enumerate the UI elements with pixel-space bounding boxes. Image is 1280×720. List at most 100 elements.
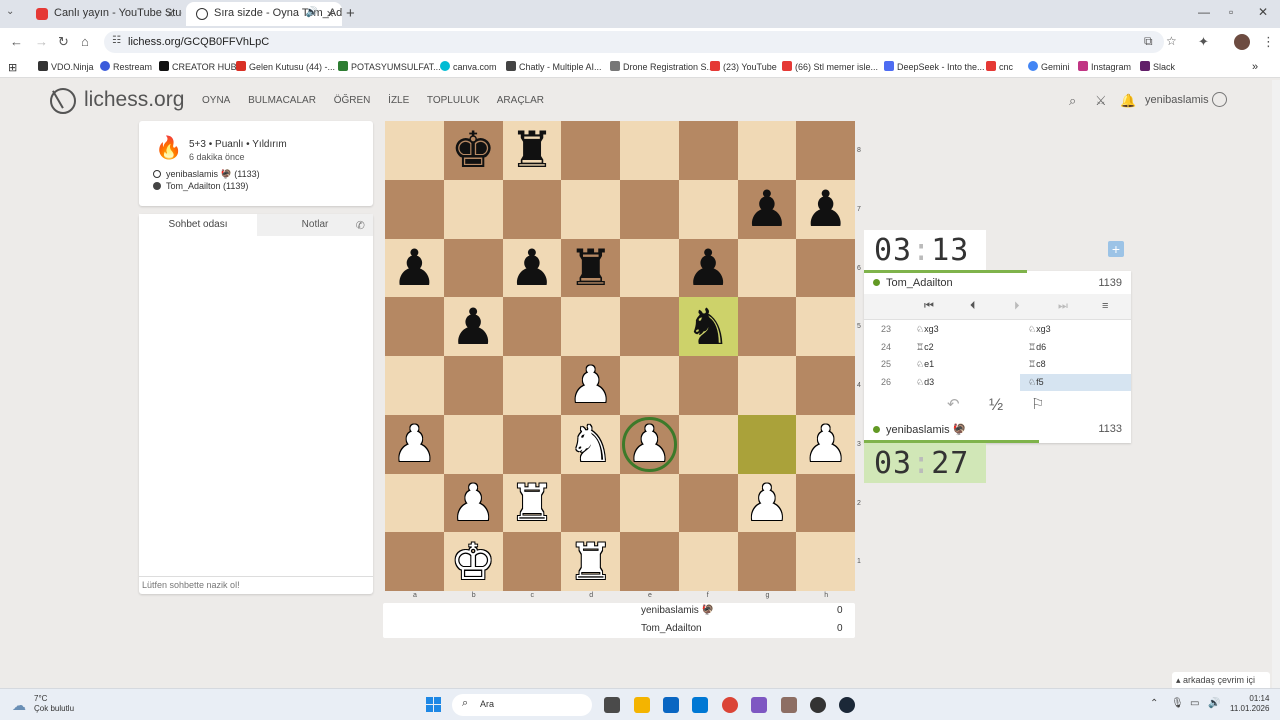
bookmark-item[interactable]: (23) YouTube <box>710 61 777 72</box>
square-a7[interactable] <box>385 179 444 239</box>
minimize-icon[interactable]: — <box>1198 5 1210 19</box>
lichess-logo-icon[interactable] <box>50 88 76 114</box>
square-a1[interactable] <box>385 532 444 591</box>
square-e2[interactable] <box>620 473 679 533</box>
square-e7[interactable] <box>620 179 679 239</box>
square-h2[interactable] <box>796 473 855 533</box>
square-g6[interactable] <box>737 238 797 298</box>
forward-icon[interactable]: → <box>35 34 48 49</box>
square-a6[interactable]: ♟ <box>385 238 444 298</box>
square-h8[interactable] <box>796 121 855 180</box>
tab-chat[interactable]: Sohbet odası <box>139 214 257 236</box>
browser-tab-youtube-studio[interactable]: Canlı yayın - YouTube Studio × <box>26 2 182 26</box>
square-f8[interactable] <box>678 121 738 180</box>
bookmark-item[interactable]: POTASYUMSULFAT... <box>338 61 441 72</box>
bookmark-item[interactable]: (66) Stl memer isle... <box>782 61 878 72</box>
square-e4[interactable] <box>620 356 679 415</box>
square-c3[interactable] <box>502 414 562 474</box>
square-d4[interactable]: ♟ <box>561 356 620 415</box>
nav-community[interactable]: TOPLULUK <box>427 95 480 106</box>
game-player-white[interactable]: yenibaslamis 🦃 (1133) <box>153 169 260 180</box>
black-move[interactable]: ♘xg3 <box>1020 321 1131 338</box>
prev-move-icon[interactable]: ⏴ <box>970 300 976 313</box>
network-icon[interactable]: ▭ <box>1190 698 1199 709</box>
bell-icon[interactable]: 🔔 <box>1120 93 1136 109</box>
nav-learn[interactable]: ÖĞREN <box>334 95 371 106</box>
new-tab-icon[interactable]: + <box>346 5 355 22</box>
next-move-icon[interactable]: ⏵ <box>1014 300 1020 313</box>
nav-puzzles[interactable]: BULMACALAR <box>248 95 316 106</box>
square-c6[interactable]: ♟ <box>502 238 562 298</box>
square-a2[interactable] <box>385 473 444 533</box>
chess-board[interactable]: ♚ ♜ ♟ ♟ ♟ ♟ ♜ ♟ ♟ ♞ ♟ ♟ ♞ ♟ ♟ ♟ ♜ ♟ ♚ ♜ <box>385 121 855 591</box>
browser-tab-lichess[interactable]: Sıra sizde - Oyna Tom_Adail 🔊 × <box>186 2 342 26</box>
chat-input[interactable]: Lütfen sohbette nazik ol! <box>139 576 373 594</box>
square-b1[interactable]: ♚ <box>443 532 503 591</box>
bookmark-item[interactable]: canva.com <box>440 61 497 72</box>
square-g4[interactable] <box>737 356 797 415</box>
square-d3[interactable]: ♞ <box>561 414 620 474</box>
volume-icon[interactable]: 🔊 <box>1208 698 1220 709</box>
user-icon[interactable] <box>1212 92 1227 107</box>
bookmark-item[interactable]: cnc <box>986 61 1013 72</box>
black-pawn-icon[interactable]: ♟ <box>451 302 496 352</box>
black-knight-icon[interactable]: ♞ <box>686 302 731 352</box>
chrome-menu-icon[interactable]: ⋮ <box>1262 34 1275 50</box>
nav-play[interactable]: OYNA <box>202 95 230 106</box>
white-king-icon[interactable]: ♚ <box>451 537 496 587</box>
square-d5[interactable] <box>561 297 620 356</box>
square-d2[interactable] <box>561 473 620 533</box>
profile-avatar[interactable] <box>1234 34 1250 50</box>
square-b2[interactable]: ♟ <box>443 473 503 533</box>
page-scrollbar[interactable] <box>1272 80 1280 688</box>
square-g3[interactable] <box>737 414 797 474</box>
white-knight-icon[interactable]: ♞ <box>568 419 613 469</box>
white-move[interactable]: ♘xg3 <box>916 324 939 335</box>
square-g1[interactable] <box>737 532 797 591</box>
square-d6[interactable]: ♜ <box>561 238 620 298</box>
bookmark-item[interactable]: Instagram <box>1078 61 1131 72</box>
square-e1[interactable] <box>620 532 679 591</box>
black-move[interactable]: ♘f5 <box>1020 373 1131 391</box>
address-bar[interactable]: ☷ lichess.org/GCQB0FFVhLpC ⧉ ☆ <box>104 31 1177 53</box>
square-c7[interactable] <box>502 179 562 239</box>
cloud-icon[interactable]: ☁ <box>12 697 26 714</box>
square-g7[interactable]: ♟ <box>737 179 797 239</box>
square-b7[interactable] <box>443 179 503 239</box>
apps-icon[interactable]: ⊞ <box>8 61 17 74</box>
outlook-icon[interactable] <box>692 697 708 713</box>
square-h6[interactable] <box>796 238 855 298</box>
audio-playing-icon[interactable]: 🔊 <box>306 7 318 18</box>
game-player-black[interactable]: Tom_Adailton (1139) <box>153 181 248 191</box>
square-b5[interactable]: ♟ <box>443 297 503 356</box>
opponent-name[interactable]: Tom_Adailton <box>873 277 953 289</box>
steam-icon[interactable] <box>839 697 855 713</box>
black-move[interactable]: ♖c8 <box>1020 356 1131 373</box>
reload-icon[interactable]: ↻ <box>58 34 69 50</box>
phone-icon[interactable]: ✆ <box>356 219 365 232</box>
close-tab-icon[interactable]: × <box>166 6 174 21</box>
white-pawn-icon[interactable]: ♟ <box>803 419 848 469</box>
black-move[interactable]: ♖d6 <box>1020 339 1131 356</box>
square-c1[interactable] <box>502 532 562 591</box>
square-e3[interactable]: ♟ <box>620 414 679 474</box>
bookmark-item[interactable]: DeepSeek - Into the... <box>884 61 985 72</box>
square-b4[interactable] <box>443 356 503 415</box>
bookmark-item[interactable]: Gemini <box>1028 61 1070 72</box>
black-pawn-icon[interactable]: ♟ <box>392 243 437 293</box>
site-logo[interactable]: lichess.org <box>84 88 184 112</box>
white-pawn-icon[interactable]: ♟ <box>744 478 789 528</box>
microphone-icon[interactable]: 🎙 <box>1171 698 1184 709</box>
nav-watch[interactable]: İZLE <box>388 95 409 106</box>
square-a4[interactable] <box>385 356 444 415</box>
chrome-icon[interactable] <box>722 697 738 713</box>
white-rook-icon[interactable]: ♜ <box>509 478 554 528</box>
takeback-icon[interactable]: ↶ <box>947 395 960 413</box>
player-name[interactable]: yenibaslamis 🦃 <box>873 423 966 436</box>
square-h3[interactable]: ♟ <box>796 414 855 474</box>
square-f2[interactable] <box>678 473 738 533</box>
resign-flag-icon[interactable]: ⚐ <box>1031 395 1044 413</box>
install-app-icon[interactable]: ⧉ <box>1144 34 1153 49</box>
square-d1[interactable]: ♜ <box>561 532 620 591</box>
white-pawn-icon[interactable]: ♟ <box>451 478 496 528</box>
